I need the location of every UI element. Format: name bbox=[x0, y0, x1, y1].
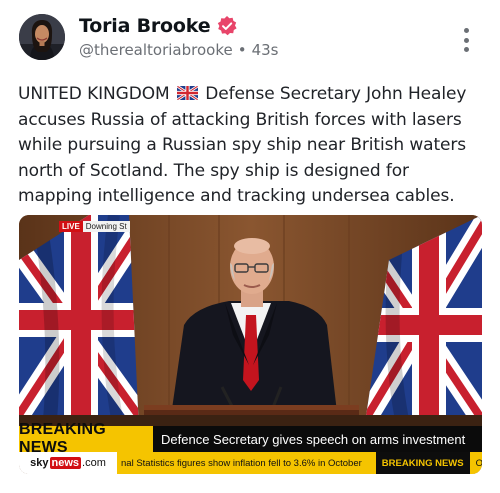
post-timestamp[interactable]: 43s bbox=[252, 41, 279, 59]
ticker-breaking-label: BREAKING NEWS bbox=[375, 452, 470, 474]
author-handle[interactable]: @therealtoriabrooke bbox=[79, 41, 233, 59]
news-lower-third: BREAKING NEWS Defence Secretary gives sp… bbox=[19, 421, 482, 474]
live-badge: LIVE Downing St bbox=[59, 221, 130, 232]
ticker-tail: Office bbox=[475, 457, 482, 469]
post-meta: @therealtoriabrooke • 43s bbox=[79, 41, 279, 59]
sky-news-logo: sky news .com bbox=[19, 452, 117, 474]
post-video[interactable]: LIVE Downing St BREAKING NEWS Defence Se… bbox=[19, 215, 482, 474]
ticker-row: sky news .com nal Statistics figures show … bbox=[19, 452, 482, 474]
author-name-row: Toria Brooke bbox=[79, 15, 238, 37]
breaking-row: BREAKING NEWS Defence Secretary gives sp… bbox=[19, 421, 482, 456]
ticker-text: nal Statistics figures show inflation fe… bbox=[121, 457, 362, 469]
verified-badge-icon bbox=[216, 15, 238, 37]
breaking-news-label: BREAKING NEWS bbox=[19, 421, 153, 456]
social-post: Toria Brooke @therealtoriabrooke • 43s U… bbox=[0, 0, 500, 493]
post-text-prefix: UNITED KINGDOM bbox=[18, 84, 170, 104]
post-text: UNITED KINGDOM Defense Secretary John He… bbox=[18, 82, 486, 210]
live-label: LIVE bbox=[59, 221, 83, 232]
location-label: Downing St bbox=[82, 221, 130, 232]
more-vertical-icon[interactable] bbox=[458, 28, 474, 52]
news-headline: Defence Secretary gives speech on arms i… bbox=[153, 426, 482, 452]
author-avatar[interactable] bbox=[19, 14, 65, 60]
author-name[interactable]: Toria Brooke bbox=[79, 15, 211, 37]
meta-separator: • bbox=[237, 41, 247, 59]
news-ticker: nal Statistics figures show inflation fe… bbox=[117, 452, 482, 474]
uk-flag-icon bbox=[176, 83, 198, 100]
